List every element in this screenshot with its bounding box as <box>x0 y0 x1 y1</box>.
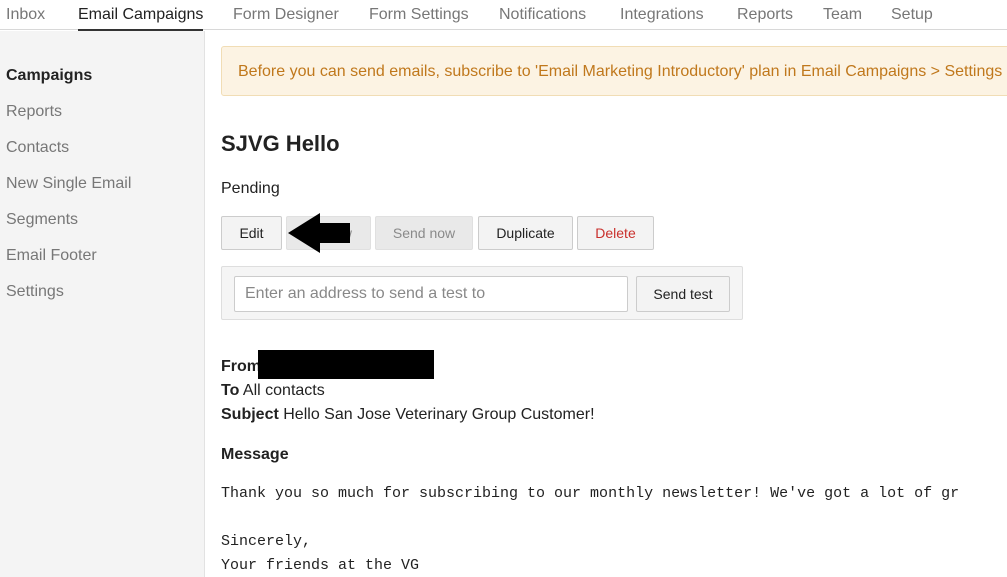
from-label: From <box>221 358 261 375</box>
tab-inbox[interactable]: Inbox <box>6 6 45 24</box>
message-line: Sincerely, <box>221 533 312 550</box>
test-email-input[interactable] <box>234 276 628 312</box>
arrow-left-icon <box>288 213 350 253</box>
tab-team[interactable]: Team <box>823 6 862 24</box>
subject-label: Subject <box>221 406 279 423</box>
from-row: From <box>221 358 261 376</box>
subscription-alert: Before you can send emails, subscribe to… <box>221 46 1007 96</box>
to-label: To <box>221 382 240 399</box>
tab-reports[interactable]: Reports <box>737 6 793 24</box>
message-label: Message <box>221 446 289 463</box>
send-test-button[interactable]: Send test <box>636 276 730 312</box>
page-title: SJVG Hello <box>221 131 340 156</box>
tab-form-designer[interactable]: Form Designer <box>233 6 339 24</box>
sidebar: Campaigns Reports Contacts New Single Em… <box>0 31 205 577</box>
sidebar-item-new-single-email[interactable]: New Single Email <box>6 175 131 193</box>
duplicate-button[interactable]: Duplicate <box>478 216 573 250</box>
tab-setup[interactable]: Setup <box>891 6 933 24</box>
to-row: To All contacts <box>221 382 325 400</box>
status-text: Pending <box>221 180 280 197</box>
send-test-panel: Send test <box>221 266 743 320</box>
redacted-sender <box>258 350 434 379</box>
subject-value: Hello San Jose Veterinary Group Customer… <box>283 406 595 423</box>
edit-button[interactable]: Edit <box>221 216 282 250</box>
message-line: Thank you so much for subscribing to our… <box>221 485 960 502</box>
top-nav: Inbox Email Campaigns Form Designer Form… <box>0 0 1007 31</box>
send-now-button[interactable]: Send now <box>375 216 473 250</box>
tab-email-campaigns[interactable]: Email Campaigns <box>78 6 204 31</box>
sidebar-item-contacts[interactable]: Contacts <box>6 139 69 157</box>
tab-integrations[interactable]: Integrations <box>620 6 704 24</box>
subject-row: Subject Hello San Jose Veterinary Group … <box>221 406 595 424</box>
tab-notifications[interactable]: Notifications <box>499 6 586 24</box>
sidebar-item-segments[interactable]: Segments <box>6 211 78 229</box>
to-value: All contacts <box>242 382 325 399</box>
sidebar-item-reports[interactable]: Reports <box>6 103 62 121</box>
delete-button[interactable]: Delete <box>577 216 654 250</box>
sidebar-item-email-footer[interactable]: Email Footer <box>6 247 97 265</box>
tab-form-settings[interactable]: Form Settings <box>369 6 469 24</box>
sidebar-item-settings[interactable]: Settings <box>6 283 64 301</box>
sidebar-item-campaigns[interactable]: Campaigns <box>6 67 92 85</box>
message-line: Your friends at the VG <box>221 557 420 574</box>
